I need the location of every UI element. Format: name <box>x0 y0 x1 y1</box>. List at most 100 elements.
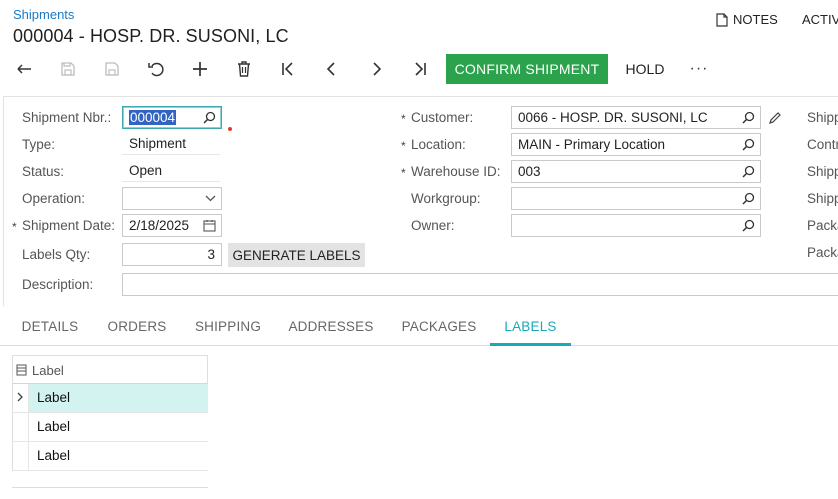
first-icon <box>282 62 293 76</box>
shipment-nbr-value: 000004 <box>129 110 177 125</box>
labels-qty-label: Labels Qty: <box>22 247 91 262</box>
grid-header: Label <box>12 355 208 384</box>
search-icon[interactable] <box>742 192 755 205</box>
right-field-label: Packa <box>807 245 838 260</box>
delete-button[interactable] <box>229 54 259 84</box>
required-mark: * <box>12 220 17 234</box>
last-record-button[interactable] <box>405 54 435 84</box>
add-button[interactable] <box>185 54 215 84</box>
more-actions-button[interactable]: ··· <box>684 54 714 84</box>
tab-orders[interactable]: ORDERS <box>100 311 174 346</box>
label-cell[interactable]: Label <box>28 384 208 412</box>
save-close-icon <box>105 62 119 76</box>
save-close-button[interactable] <box>97 54 127 84</box>
hold-button[interactable]: HOLD <box>615 54 675 84</box>
right-field-label: Packa <box>807 218 838 233</box>
tab-labels[interactable]: LABELS <box>490 311 571 346</box>
tab-details[interactable]: DETAILS <box>14 311 86 346</box>
search-icon[interactable] <box>742 138 755 151</box>
location-value: MAIN - Primary Location <box>518 137 666 152</box>
shipment-date-value: 2/18/2025 <box>129 218 190 233</box>
save-button[interactable] <box>53 54 83 84</box>
label-column-header[interactable]: Label <box>32 363 64 378</box>
chevron-down-icon <box>205 195 216 202</box>
notes-icon <box>716 12 728 27</box>
description-field[interactable] <box>122 273 838 296</box>
delete-icon <box>238 61 250 77</box>
search-icon[interactable] <box>742 219 755 232</box>
labels-qty-field[interactable]: 3 <box>122 243 222 266</box>
shipment-date-field[interactable]: 2/18/2025 <box>122 214 222 237</box>
customer-field[interactable]: 0066 - HOSP. DR. SUSONI, LC <box>511 106 761 129</box>
notes-button[interactable]: NOTES <box>716 12 778 27</box>
shipment-date-label: Shipment Date: <box>22 218 116 233</box>
required-mark: * <box>401 139 406 153</box>
previous-record-button[interactable] <box>317 54 347 84</box>
warehouse-value: 003 <box>518 164 541 179</box>
location-field[interactable]: MAIN - Primary Location <box>511 133 761 156</box>
labels-qty-value: 3 <box>207 247 215 262</box>
save-icon <box>61 62 75 76</box>
calendar-icon[interactable] <box>203 219 216 232</box>
add-icon <box>193 62 207 76</box>
required-mark: * <box>401 166 406 180</box>
right-field-label: Contr <box>807 137 838 152</box>
workgroup-field[interactable] <box>511 187 761 210</box>
first-record-button[interactable] <box>273 54 303 84</box>
owner-field[interactable] <box>511 214 761 237</box>
tab-addresses[interactable]: ADDRESSES <box>281 311 381 346</box>
page-title: 000004 - HOSP. DR. SUSONI, LC <box>13 26 289 46</box>
status-value: Open <box>122 160 220 182</box>
undo-button[interactable] <box>9 54 39 84</box>
operation-select[interactable] <box>122 187 222 210</box>
table-row[interactable]: Label <box>12 384 208 413</box>
grid-footer <box>12 487 208 488</box>
search-icon[interactable] <box>203 111 216 124</box>
table-row[interactable]: Label <box>12 413 208 442</box>
right-field-label: Shipp <box>807 110 838 125</box>
shipment-nbr-label: Shipment Nbr.: <box>22 110 112 125</box>
next-record-button[interactable] <box>361 54 391 84</box>
undo-icon <box>17 64 31 74</box>
description-label: Description: <box>22 277 94 292</box>
confirm-shipment-button[interactable]: CONFIRM SHIPMENT <box>446 54 608 84</box>
type-label: Type: <box>22 137 56 152</box>
type-value: Shipment <box>122 133 220 155</box>
labels-grid: Label Label Label Label <box>12 355 208 471</box>
search-icon[interactable] <box>742 165 755 178</box>
location-label: Location: <box>411 137 466 152</box>
required-mark: * <box>401 112 406 126</box>
edit-icon[interactable] <box>768 111 782 125</box>
toolbar: CONFIRM SHIPMENT HOLD ··· <box>0 54 838 84</box>
shipment-nbr-field[interactable]: 000004 <box>122 106 222 129</box>
generate-labels-button[interactable]: GENERATE LABELS <box>228 243 365 267</box>
customer-label: Customer: <box>411 110 474 125</box>
table-row[interactable]: Label <box>12 442 208 471</box>
warehouse-field[interactable]: 003 <box>511 160 761 183</box>
label-cell[interactable]: Label <box>28 413 208 441</box>
tab-packages[interactable]: PACKAGES <box>394 311 484 346</box>
label-cell[interactable]: Label <box>28 442 208 470</box>
tab-shipping[interactable]: SHIPPING <box>187 311 269 346</box>
activities-button[interactable]: ACTIV <box>802 12 838 27</box>
activities-label: ACTIV <box>802 12 838 27</box>
owner-label: Owner: <box>411 218 455 233</box>
column-settings-icon[interactable] <box>16 364 27 376</box>
customer-value: 0066 - HOSP. DR. SUSONI, LC <box>518 110 708 125</box>
warehouse-label: Warehouse ID: <box>411 164 501 179</box>
prev-icon <box>326 62 335 76</box>
next-icon <box>373 62 382 76</box>
breadcrumb[interactable]: Shipments <box>13 7 74 22</box>
validation-dot <box>228 127 232 131</box>
cancel-button[interactable] <box>141 54 171 84</box>
right-field-label: Shipp <box>807 164 838 179</box>
right-field-label: Shipp <box>807 191 838 206</box>
notes-label: NOTES <box>733 12 778 27</box>
operation-label: Operation: <box>22 191 86 206</box>
status-label: Status: <box>22 164 65 179</box>
tab-bar: DETAILS ORDERS SHIPPING ADDRESSES PACKAG… <box>0 311 838 346</box>
search-icon[interactable] <box>742 111 755 124</box>
expand-row-icon[interactable] <box>15 391 25 403</box>
last-icon <box>415 62 426 76</box>
cancel-icon <box>148 62 164 77</box>
